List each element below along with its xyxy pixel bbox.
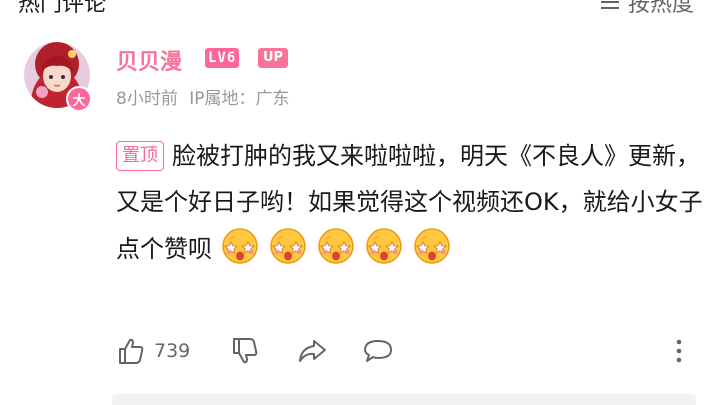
comment-time: 8小时前 xyxy=(116,89,178,109)
up-badge: UP xyxy=(258,48,289,68)
sort-button[interactable]: 按热度 xyxy=(600,0,694,18)
star-eyes-emoji xyxy=(412,225,452,265)
level-badge: LV6 xyxy=(205,48,240,68)
avatar-badge: 大 xyxy=(66,86,92,112)
thumbs-down-icon xyxy=(233,338,258,364)
pinned-tag: 置顶 xyxy=(116,141,164,171)
section-title: 热门评论 xyxy=(18,0,107,17)
comment-body: 置顶 脸被打肿的我又来啦啦啦，明天《不良人》更新，又是个好日子哟！如果觉得这个视频… xyxy=(116,133,706,272)
more-vertical-icon xyxy=(676,339,682,363)
section-header: 热门评论 按热度 xyxy=(0,0,720,18)
comment-meta: 8小时前 IP属地：广东 xyxy=(116,84,296,109)
action-bar: 739 xyxy=(116,336,696,372)
like-count: 739 xyxy=(154,340,191,362)
share-arrow-icon xyxy=(299,340,326,362)
sort-lines-icon xyxy=(600,1,619,9)
thumbs-up-icon xyxy=(119,338,144,364)
avatar[interactable]: 大 xyxy=(24,42,92,112)
dislike-button[interactable] xyxy=(230,336,260,366)
username[interactable]: 贝贝漫 xyxy=(116,44,182,76)
reply-button[interactable] xyxy=(362,336,394,366)
reply-preview-box[interactable] xyxy=(112,394,696,405)
emoji-group xyxy=(212,228,452,264)
star-eyes-emoji xyxy=(220,225,260,265)
like-button[interactable]: 739 xyxy=(116,336,190,366)
chat-bubble-icon xyxy=(364,340,392,362)
star-eyes-emoji xyxy=(364,225,404,265)
sort-label: 按热度 xyxy=(627,0,694,17)
ip-location: IP属地：广东 xyxy=(189,89,290,109)
more-options-button[interactable] xyxy=(672,336,686,366)
share-button[interactable] xyxy=(296,336,328,366)
star-eyes-emoji xyxy=(268,225,308,265)
star-eyes-emoji xyxy=(316,225,356,265)
